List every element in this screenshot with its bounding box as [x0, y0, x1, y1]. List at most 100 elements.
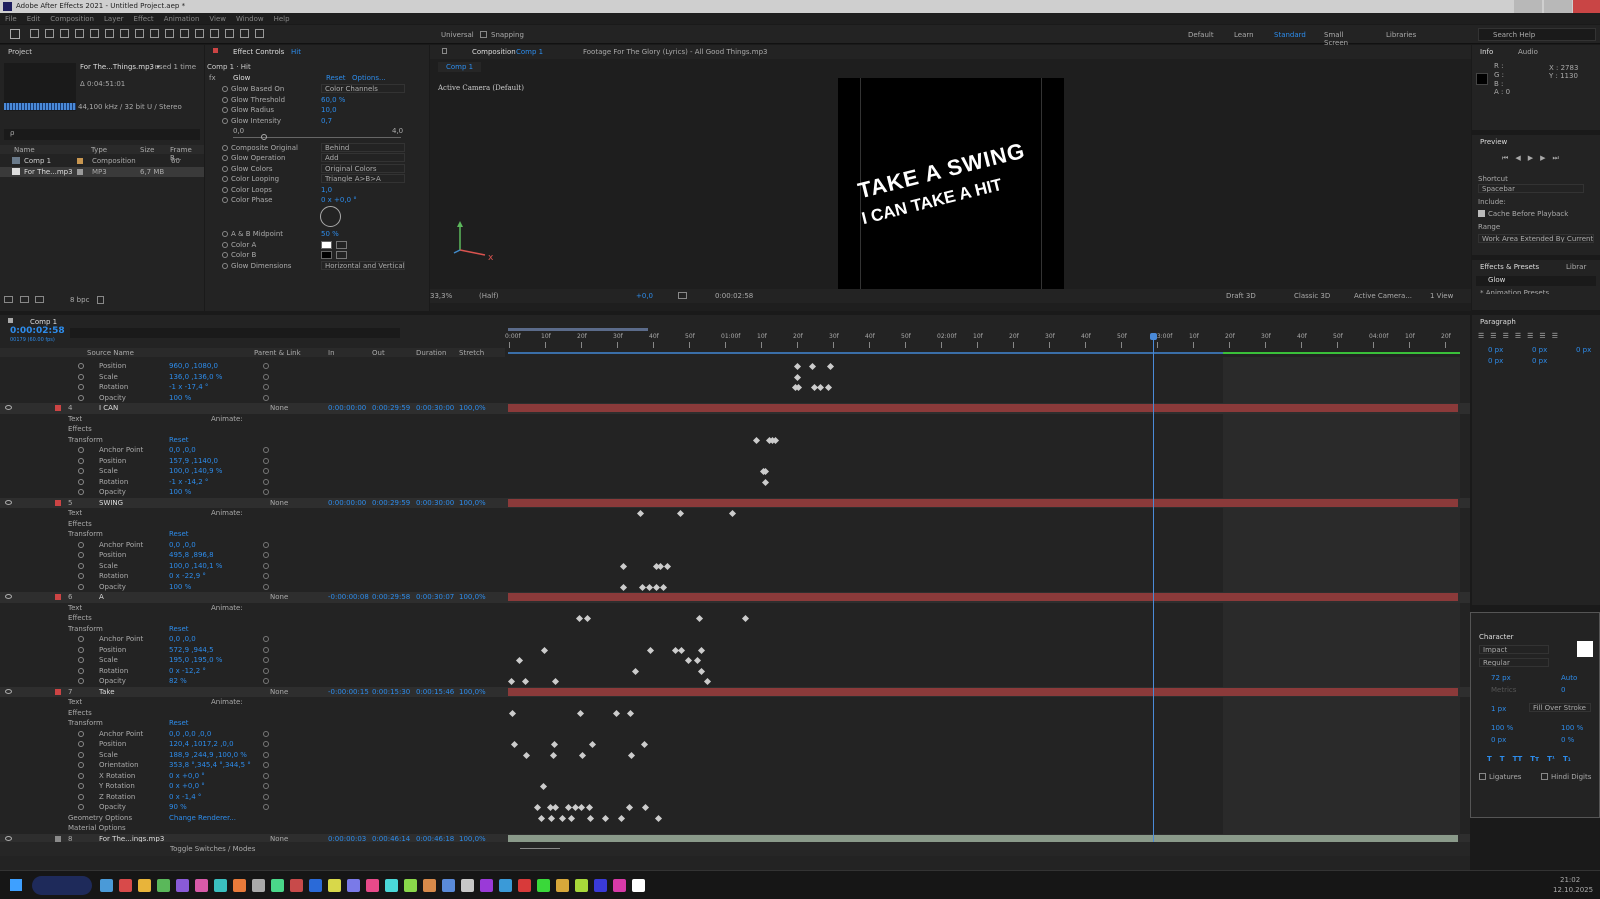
justify-all-icon[interactable]: ☰ [1552, 332, 1558, 340]
axis-gizmo[interactable]: x [450, 213, 500, 263]
animate-button[interactable]: Animate: [211, 509, 243, 517]
keyframe[interactable] [677, 646, 686, 654]
col-name[interactable]: Name [14, 146, 35, 154]
resolution-dropdown[interactable]: (Half) [479, 292, 498, 300]
pickwhip-icon[interactable] [263, 751, 269, 758]
keyframe[interactable] [826, 362, 835, 371]
zoom-tool-icon[interactable] [60, 29, 69, 38]
rotate-tool-icon[interactable] [120, 29, 129, 38]
property-value[interactable]: 195,0 ,195,0 % [169, 656, 222, 664]
layer-name[interactable]: Take [99, 688, 115, 696]
hindi-checkbox[interactable] [1541, 773, 1548, 780]
timeline-tab[interactable]: Comp 1 [30, 318, 57, 326]
taskbar-app-icon[interactable] [632, 879, 645, 892]
reset-link[interactable]: Reset [169, 530, 189, 538]
vertical-scale[interactable]: 100 % [1491, 724, 1513, 732]
playhead[interactable] [1153, 335, 1154, 845]
workspace-default[interactable]: Default [1188, 31, 1214, 39]
keyframe[interactable] [567, 814, 576, 822]
parent-dropdown[interactable]: None [270, 593, 320, 601]
pickwhip-icon[interactable] [263, 730, 269, 737]
stopwatch-icon[interactable] [222, 186, 228, 193]
keyframe[interactable] [507, 677, 516, 686]
pickwhip-icon[interactable] [263, 678, 269, 684]
stopwatch-icon[interactable] [222, 165, 228, 172]
keyframe[interactable] [684, 656, 693, 665]
stopwatch-icon[interactable] [222, 96, 228, 103]
reset-link[interactable]: Reset [169, 436, 189, 444]
camera-dropdown[interactable]: Active Camera... [1354, 292, 1412, 300]
property-value[interactable]: 0,0 ,0,0 [169, 635, 196, 643]
col-parent[interactable]: Parent & Link [254, 349, 301, 357]
property-row[interactable]: Anchor Point 0,0 ,0,0 [0, 634, 1470, 645]
taskbar-app-icon[interactable] [157, 879, 170, 892]
property-row[interactable]: Effects [0, 424, 1470, 435]
zoom-slider[interactable] [520, 848, 560, 849]
property-value[interactable]: 353,8 °,345,4 °,344,5 ° [169, 761, 251, 769]
ec-prop-dropdown[interactable]: Add [321, 153, 405, 162]
property-value[interactable]: 100 % [169, 394, 191, 402]
keyframe[interactable] [619, 562, 628, 570]
timeline-close-icon[interactable] [8, 318, 13, 323]
shape-tool-icon[interactable] [150, 29, 159, 38]
cache-checkbox[interactable] [1478, 210, 1485, 217]
taskbar-app-icon[interactable] [195, 879, 208, 892]
play-icon[interactable]: ▶ [1528, 154, 1533, 163]
property-row[interactable]: Position 572,9 ,944,5 [0, 645, 1470, 656]
stopwatch-icon[interactable] [78, 678, 84, 684]
property-row[interactable]: Scale 195,0 ,195,0 % [0, 655, 1470, 666]
stopwatch-icon[interactable] [78, 730, 84, 737]
taskbar-app-icon[interactable] [480, 879, 493, 892]
parent-dropdown[interactable]: None [270, 404, 320, 412]
property-row[interactable]: Transform Reset [0, 529, 1470, 540]
taskbar-app-icon[interactable] [575, 879, 588, 892]
keyframe[interactable] [540, 646, 549, 654]
property-row[interactable]: Geometry Options Change Renderer... [0, 813, 1470, 824]
keyframe[interactable] [508, 709, 517, 717]
stopwatch-icon[interactable] [78, 646, 84, 653]
keyframe[interactable] [646, 646, 655, 654]
layer-duration[interactable]: 0:00:30:07 [416, 593, 454, 601]
ec-prop-dropdown[interactable]: Original Colors [321, 163, 405, 173]
property-row[interactable]: Scale 100,0 ,140,9 % [0, 466, 1470, 477]
keyframe[interactable] [558, 814, 567, 822]
layer-duration[interactable]: 0:00:30:00 [416, 404, 454, 412]
pickwhip-icon[interactable] [263, 478, 269, 485]
keyframe[interactable] [510, 740, 519, 749]
taskbar-app-icon[interactable] [328, 879, 341, 892]
property-row[interactable]: Material Options [0, 823, 1470, 834]
property-row[interactable]: Opacity 100 % [0, 393, 1470, 404]
property-row[interactable]: Transform Reset [0, 718, 1470, 729]
composition-tab[interactable]: Composition [472, 48, 516, 56]
property-value[interactable]: 188,9 ,244,9 ,100,0 % [169, 751, 247, 759]
ec-prop-value[interactable]: 1,0 [321, 186, 332, 194]
layer-name[interactable]: I CAN [99, 404, 118, 412]
taskbar-app-icon[interactable] [252, 879, 265, 892]
keyframe[interactable] [824, 383, 833, 392]
zoom-dropdown[interactable]: 33,3% [430, 292, 452, 300]
stopwatch-icon[interactable] [78, 804, 84, 810]
col-duration[interactable]: Duration [416, 349, 446, 357]
timeline-search[interactable] [70, 328, 400, 338]
effect-name[interactable]: Glow [233, 74, 250, 82]
stopwatch-icon[interactable] [78, 751, 84, 758]
keyframe[interactable] [636, 509, 645, 518]
pickwhip-icon[interactable] [263, 793, 269, 800]
maximize-button[interactable] [1544, 0, 1572, 13]
libraries-tab[interactable]: Librar [1566, 263, 1586, 271]
stopwatch-icon[interactable] [78, 741, 84, 747]
property-row[interactable]: Scale 188,9 ,244,9 ,100,0 % [0, 750, 1470, 761]
pickwhip-icon[interactable] [263, 583, 269, 590]
label-swatch[interactable] [55, 405, 61, 411]
property-value[interactable]: 0,0 ,0,0 [169, 541, 196, 549]
property-row[interactable]: Text Animate: [0, 603, 1470, 614]
brush-tool-icon[interactable] [195, 29, 204, 38]
intensity-slider[interactable] [233, 137, 401, 138]
clone-tool-icon[interactable] [210, 29, 219, 38]
menu-item-layer[interactable]: Layer [104, 15, 124, 23]
label-swatch[interactable] [55, 688, 61, 695]
keyframe[interactable] [550, 740, 559, 749]
stopwatch-icon[interactable] [78, 583, 84, 590]
property-row[interactable]: Effects [0, 613, 1470, 624]
layer-name[interactable]: A [99, 593, 104, 601]
